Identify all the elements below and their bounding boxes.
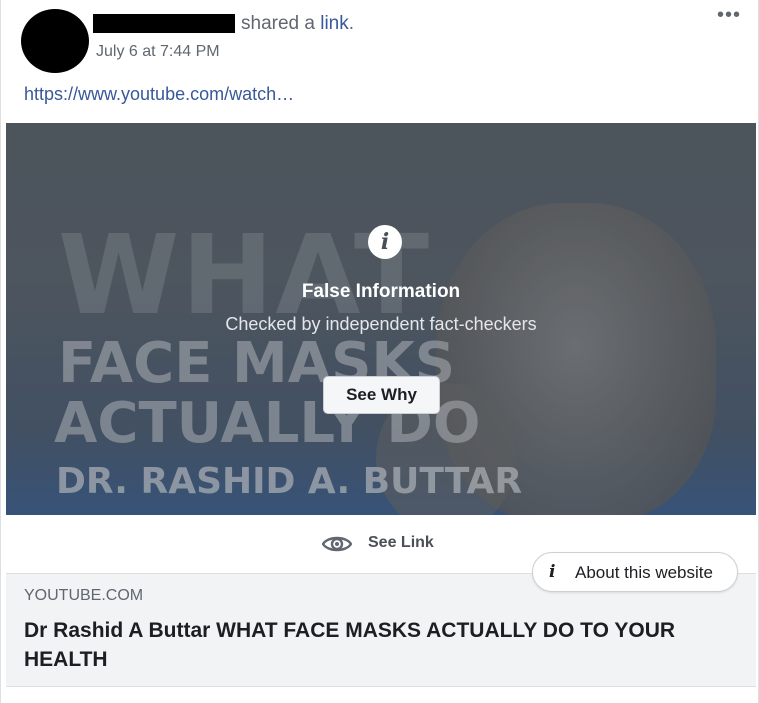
action-suffix: . — [348, 13, 355, 34]
preview-domain: YOUTUBE.COM — [24, 587, 144, 604]
info-icon: i — [549, 562, 556, 582]
post-timestamp[interactable]: July 6 at 7:44 PM — [96, 43, 220, 61]
more-options-icon[interactable]: ••• — [717, 4, 741, 27]
fact-check-title: False Information — [301, 281, 461, 302]
eye-icon — [322, 536, 352, 552]
about-label: About this website — [575, 563, 713, 582]
about-this-website-button[interactable]: i About this website — [532, 552, 738, 592]
action-prefix: shared a — [241, 13, 321, 34]
post-action-line: shared a link. — [241, 13, 354, 35]
post-url-link[interactable]: https://www.youtube.com/watch… — [24, 84, 294, 105]
fact-check-subtitle: Checked by independent fact-checkers — [225, 314, 537, 334]
see-link-button[interactable]: See Link — [368, 534, 434, 552]
info-icon: i — [368, 225, 402, 259]
action-link[interactable]: link — [320, 13, 349, 34]
see-why-button[interactable]: See Why — [323, 376, 440, 414]
avatar[interactable] — [21, 9, 89, 73]
blurred-video-thumbnail[interactable]: WHAT FACE MASKS ACTUALLY DO DR. RASHID A… — [6, 123, 756, 515]
preview-headline[interactable]: Dr Rashid A Buttar WHAT FACE MASKS ACTUA… — [24, 616, 724, 674]
redacted-author-name — [93, 14, 235, 33]
post-card: shared a link. July 6 at 7:44 PM ••• htt… — [0, 0, 759, 703]
